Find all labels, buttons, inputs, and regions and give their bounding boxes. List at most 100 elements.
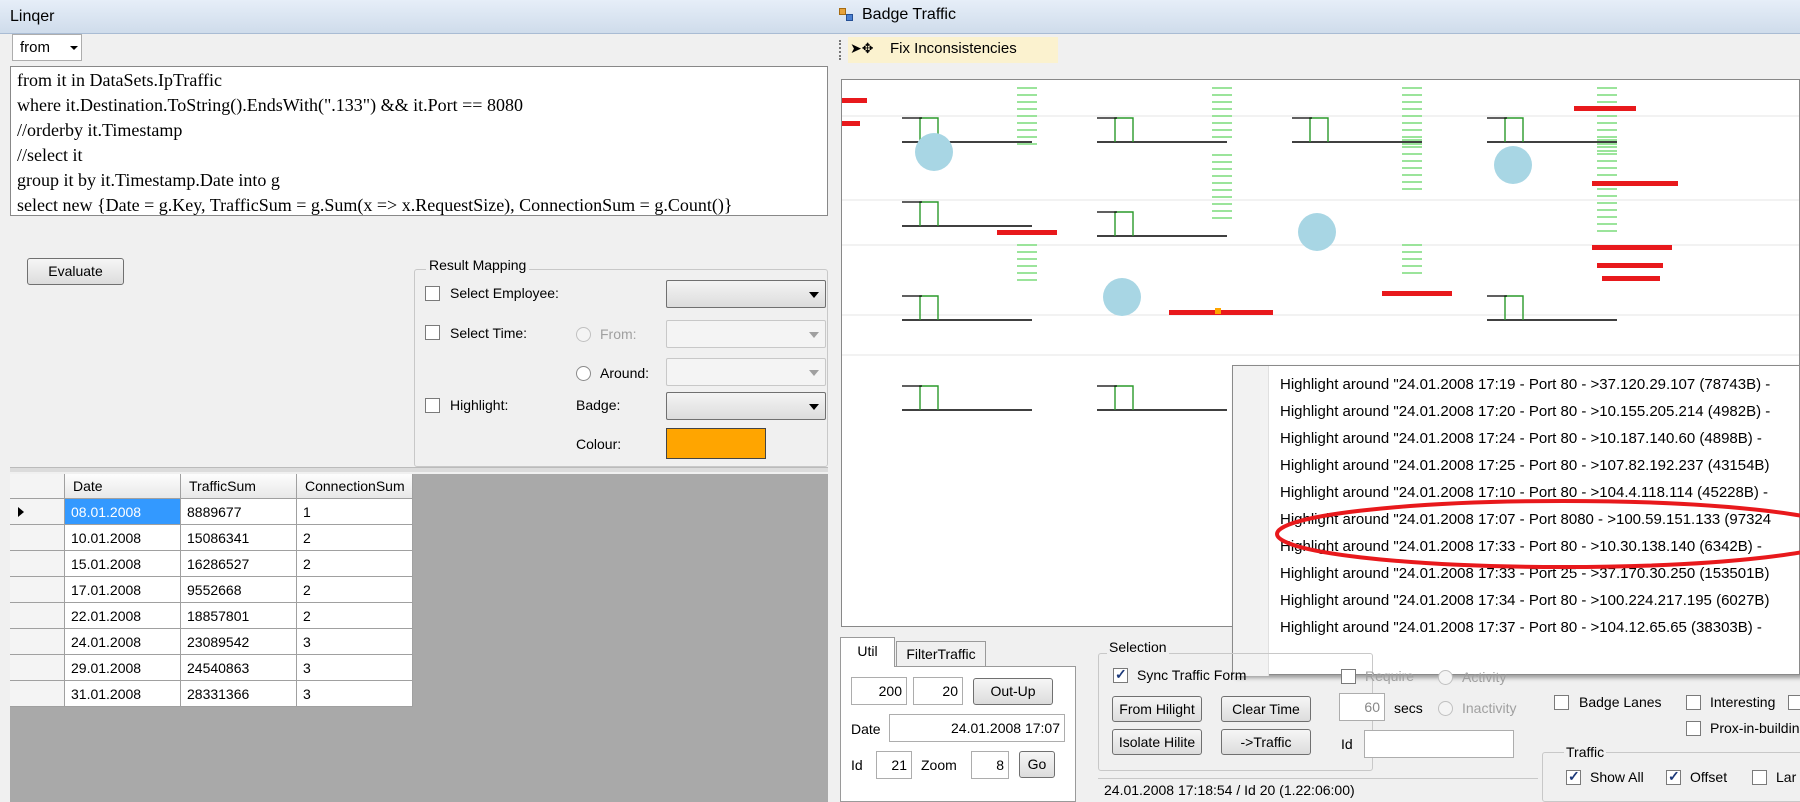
table-cell[interactable]: 16286527 <box>181 551 297 577</box>
secs-field[interactable]: 60 <box>1339 693 1385 721</box>
chevron-down-icon <box>809 404 819 410</box>
badge-lanes-checkbox[interactable] <box>1554 695 1569 710</box>
evaluate-button[interactable]: Evaluate <box>27 258 124 285</box>
fix-inconsistencies-button[interactable]: ➤✥ Fix Inconsistencies <box>848 37 1058 63</box>
sync-traffic-checkbox[interactable] <box>1113 666 1128 683</box>
status-bar: 24.01.2008 17:18:54 / Id 20 (1.22:06:00) <box>1098 778 1538 802</box>
large-checkbox[interactable] <box>1752 770 1767 785</box>
table-cell[interactable]: 10.01.2008 <box>65 525 181 551</box>
mode-select-value: from <box>20 39 50 56</box>
around-radio[interactable] <box>576 366 591 381</box>
from-radio[interactable] <box>576 327 591 342</box>
context-menu-item[interactable]: Highlight around "24.01.2008 17:25 - Por… <box>1280 451 1769 481</box>
util-field2[interactable]: 20 <box>913 677 963 705</box>
row-header[interactable] <box>10 655 65 681</box>
selection-id-field[interactable] <box>1364 730 1514 758</box>
column-header[interactable]: TrafficSum <box>181 474 297 499</box>
table-cell[interactable]: 15.01.2008 <box>65 551 181 577</box>
traffic-title: Traffic <box>1564 744 1607 760</box>
row-header[interactable] <box>10 629 65 655</box>
table-cell[interactable]: 2 <box>297 577 413 603</box>
from-dropdown[interactable] <box>666 320 826 348</box>
interesting-checkbox[interactable] <box>1686 695 1701 710</box>
table-cell[interactable]: 22.01.2008 <box>65 603 181 629</box>
row-header[interactable] <box>10 499 65 525</box>
query-editor[interactable]: from it in DataSets.IpTraffic where it.D… <box>10 66 828 216</box>
clear-time-button[interactable]: Clear Time <box>1221 696 1311 722</box>
table-cell[interactable]: 2 <box>297 551 413 577</box>
table-cell[interactable]: 24540863 <box>181 655 297 681</box>
column-header[interactable]: Date <box>65 474 181 499</box>
from-hilight-button[interactable]: From Hilight <box>1112 696 1202 722</box>
activity-radio[interactable] <box>1438 670 1453 685</box>
badge-circle <box>1494 146 1532 184</box>
tab-filtertraffic[interactable]: FilterTraffic <box>896 641 986 667</box>
context-menu-item[interactable]: Highlight around "24.01.2008 17:37 - Por… <box>1280 613 1762 643</box>
row-header[interactable] <box>10 577 65 603</box>
out-up-button[interactable]: Out-Up <box>973 678 1053 705</box>
employee-dropdown[interactable] <box>666 280 826 308</box>
from-label: From: <box>600 326 637 342</box>
colour-swatch[interactable] <box>666 428 766 459</box>
chevron-down-icon <box>809 292 819 298</box>
table-cell[interactable]: 23089542 <box>181 629 297 655</box>
id-field[interactable]: 21 <box>876 751 912 779</box>
table-cell[interactable]: 28331366 <box>181 681 297 707</box>
splitter[interactable] <box>10 467 828 472</box>
toolbar-grip[interactable] <box>839 40 842 60</box>
window-title: Badge Traffic <box>862 6 956 23</box>
zoom-field[interactable]: 8 <box>971 751 1009 779</box>
inactivity-radio[interactable] <box>1438 701 1453 716</box>
table-cell[interactable]: 18857801 <box>181 603 297 629</box>
row-header[interactable] <box>10 681 65 707</box>
mode-select[interactable]: from <box>12 34 82 61</box>
to-traffic-button[interactable]: ->Traffic <box>1221 729 1311 755</box>
table-cell[interactable]: 3 <box>297 655 413 681</box>
badge-dropdown[interactable] <box>666 392 826 420</box>
column-header[interactable]: ConnectionSum <box>297 474 413 499</box>
context-menu-item[interactable]: Highlight around "24.01.2008 17:24 - Por… <box>1280 424 1762 454</box>
prox-in-building-checkbox[interactable] <box>1686 721 1701 736</box>
date-field[interactable]: 24.01.2008 17:07 <box>889 714 1065 742</box>
table-cell[interactable]: 29.01.2008 <box>65 655 181 681</box>
grid-corner <box>10 474 65 499</box>
table-cell[interactable]: 08.01.2008 <box>65 499 181 525</box>
go-button[interactable]: Go <box>1019 751 1055 778</box>
util-field1[interactable]: 200 <box>851 677 907 705</box>
select-employee-checkbox[interactable] <box>425 286 440 301</box>
table-cell[interactable]: 1 <box>297 499 413 525</box>
table-cell[interactable]: 15086341 <box>181 525 297 551</box>
row-header[interactable] <box>10 551 65 577</box>
highlight-bar <box>1597 263 1663 268</box>
highlight-bar <box>1592 245 1672 250</box>
tab-util[interactable]: Util <box>840 637 895 667</box>
context-menu-item[interactable]: Highlight around "24.01.2008 17:34 - Por… <box>1280 586 1769 616</box>
around-dropdown[interactable] <box>666 358 826 386</box>
option-checkbox[interactable] <box>1788 695 1800 710</box>
table-cell[interactable]: 8889677 <box>181 499 297 525</box>
table-cell[interactable]: 31.01.2008 <box>65 681 181 707</box>
context-menu-item[interactable]: Highlight around "24.01.2008 17:20 - Por… <box>1280 397 1770 427</box>
select-time-checkbox[interactable] <box>425 325 440 340</box>
result-mapping-title: Result Mapping <box>426 257 530 273</box>
query-line: from it in DataSets.IpTraffic <box>17 70 222 90</box>
require-checkbox[interactable] <box>1341 669 1356 684</box>
table-cell[interactable]: 9552668 <box>181 577 297 603</box>
table-cell[interactable]: 3 <box>297 629 413 655</box>
isolate-hilite-button[interactable]: Isolate Hilite <box>1112 729 1202 755</box>
context-menu: Highlight around "24.01.2008 17:19 - Por… <box>1232 365 1800 676</box>
table-cell[interactable]: 3 <box>297 681 413 707</box>
table-cell[interactable]: 17.01.2008 <box>65 577 181 603</box>
row-header[interactable] <box>10 525 65 551</box>
select-employee-label: Select Employee: <box>450 285 559 301</box>
offset-checkbox[interactable] <box>1666 768 1681 785</box>
table-cell[interactable]: 2 <box>297 525 413 551</box>
highlight-checkbox[interactable] <box>425 398 440 413</box>
context-menu-item[interactable]: Highlight around "24.01.2008 17:19 - Por… <box>1280 370 1770 400</box>
traffic-spike <box>919 201 939 226</box>
table-cell[interactable]: 2 <box>297 603 413 629</box>
show-all-checkbox[interactable] <box>1566 768 1581 785</box>
table-cell[interactable]: 24.01.2008 <box>65 629 181 655</box>
query-line: group it by it.Timestamp.Date into g <box>17 170 280 190</box>
row-header[interactable] <box>10 603 65 629</box>
